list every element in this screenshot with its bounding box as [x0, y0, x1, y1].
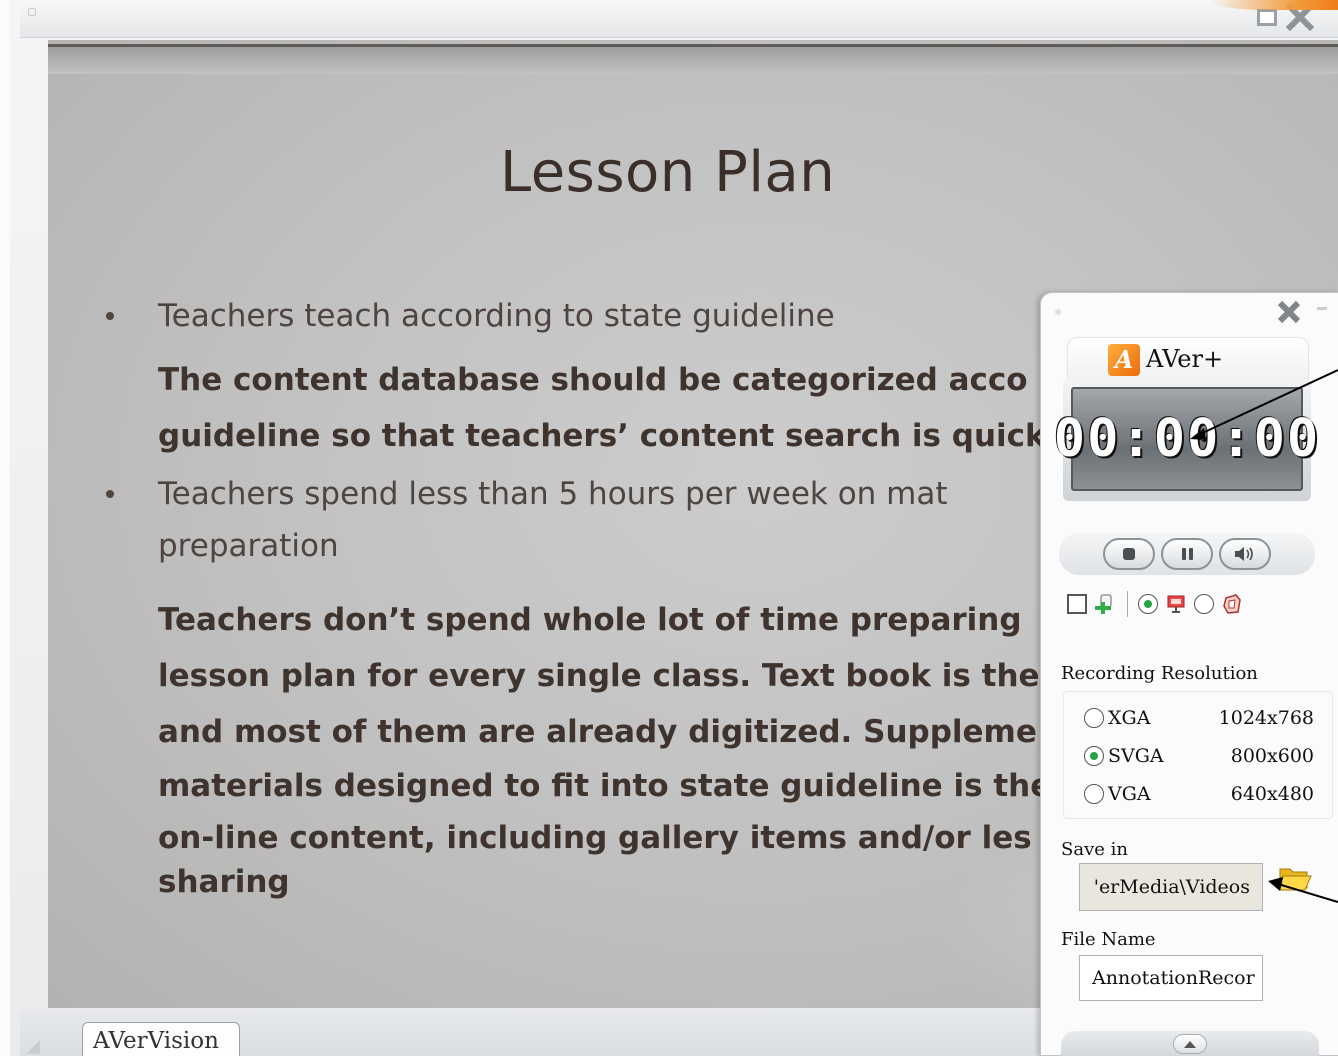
- recorder-close-button[interactable]: [1271, 297, 1307, 327]
- recorder-header: A AVer+: [1067, 337, 1309, 383]
- chevron-up-icon[interactable]: [1173, 1034, 1207, 1054]
- save-in-label: Save in: [1061, 839, 1128, 860]
- tab-avervision[interactable]: AVerVision: [82, 1022, 240, 1056]
- slide-bullet-text: preparation: [158, 528, 339, 564]
- recording-options: [1067, 587, 1331, 621]
- audio-checkbox[interactable]: [1067, 594, 1087, 614]
- recording-resolution-label: Recording Resolution: [1061, 663, 1258, 684]
- slide-note-text: sharing: [158, 864, 290, 900]
- window-title-bar[interactable]: [20, 0, 1338, 38]
- file-name-label: File Name: [1061, 929, 1156, 950]
- recorder-minimize-icon[interactable]: [1317, 307, 1327, 310]
- slide-note-text: Teachers don’t spend whole lot of time p…: [158, 602, 1022, 638]
- resolution-size: 1024x768: [1218, 707, 1314, 729]
- slide-note-text: The content database should be categoriz…: [158, 362, 1028, 398]
- resize-grip-icon[interactable]: [26, 1040, 40, 1054]
- file-name-input[interactable]: AnnotationRecor: [1079, 955, 1263, 1001]
- slide-note-text: materials designed to fit into state gui…: [158, 768, 1052, 804]
- presenter-monitor-icon: [1164, 592, 1188, 616]
- resolution-name: SVGA: [1108, 745, 1164, 767]
- recorder-panel: A AVer+ 00:00:00 Recording Resolution XG…: [1040, 292, 1338, 1056]
- slide-bullet-text: Teachers teach according to state guidel…: [158, 298, 835, 334]
- folder-open-icon: [1279, 868, 1312, 891]
- resolution-group: XGA 1024x768 SVGA 800x600 VGA 640x480: [1063, 691, 1333, 819]
- slide-title: Lesson Plan: [500, 140, 836, 205]
- system-menu-icon[interactable]: [28, 8, 36, 16]
- resolution-name: XGA: [1108, 707, 1151, 729]
- pause-button[interactable]: [1161, 538, 1213, 570]
- slide-top-edge: [48, 44, 1338, 74]
- timer-readout: 00:00:00: [1054, 387, 1318, 491]
- close-icon: [1277, 300, 1301, 324]
- speaker-icon: [1235, 547, 1253, 561]
- resolution-size: 800x600: [1230, 745, 1314, 767]
- bullet: [106, 490, 114, 498]
- resolution-radio[interactable]: [1084, 708, 1104, 728]
- resolution-radio[interactable]: [1084, 746, 1104, 766]
- resolution-option-xga[interactable]: XGA 1024x768: [1084, 704, 1324, 732]
- stop-button[interactable]: [1103, 538, 1155, 570]
- stop-icon: [1123, 548, 1135, 560]
- resolution-option-vga[interactable]: VGA 640x480: [1084, 780, 1324, 808]
- slide-bullet-text: Teachers spend less than 5 hours per wee…: [158, 476, 948, 512]
- separator: [1127, 591, 1128, 617]
- pause-icon: [1181, 548, 1193, 560]
- panel-grip-icon: [1055, 309, 1061, 315]
- resolution-option-svga[interactable]: SVGA 800x600: [1084, 742, 1324, 770]
- source-pc-radio[interactable]: [1194, 594, 1214, 614]
- slide-note-text: on-line content, including gallery items…: [158, 820, 1032, 856]
- slide-note-text: lesson plan for every single class. Text…: [158, 658, 1040, 694]
- save-in-field[interactable]: 'erMedia\Videos: [1079, 863, 1263, 911]
- pc-source-icon: [1220, 592, 1244, 616]
- resolution-size: 640x480: [1230, 783, 1314, 805]
- slide-note-text: guideline so that teachers’ content sear…: [158, 418, 1046, 454]
- recorder-title: AVer+: [1146, 345, 1224, 373]
- collapse-bar: [1061, 1031, 1319, 1056]
- bullet: [106, 312, 114, 320]
- volume-button[interactable]: [1219, 538, 1271, 570]
- timer-display: 00:00:00: [1054, 379, 1318, 501]
- resolution-radio[interactable]: [1084, 784, 1104, 804]
- browse-folder-button[interactable]: [1277, 861, 1313, 895]
- resolution-name: VGA: [1108, 783, 1151, 805]
- slide-note-text: and most of them are already digitized. …: [158, 714, 1037, 750]
- maximize-icon: [1257, 8, 1277, 26]
- add-audio-icon[interactable]: [1093, 592, 1117, 616]
- recording-controls: [1059, 533, 1315, 575]
- source-camera-radio[interactable]: [1138, 594, 1158, 614]
- aver-logo-icon: A: [1108, 344, 1140, 376]
